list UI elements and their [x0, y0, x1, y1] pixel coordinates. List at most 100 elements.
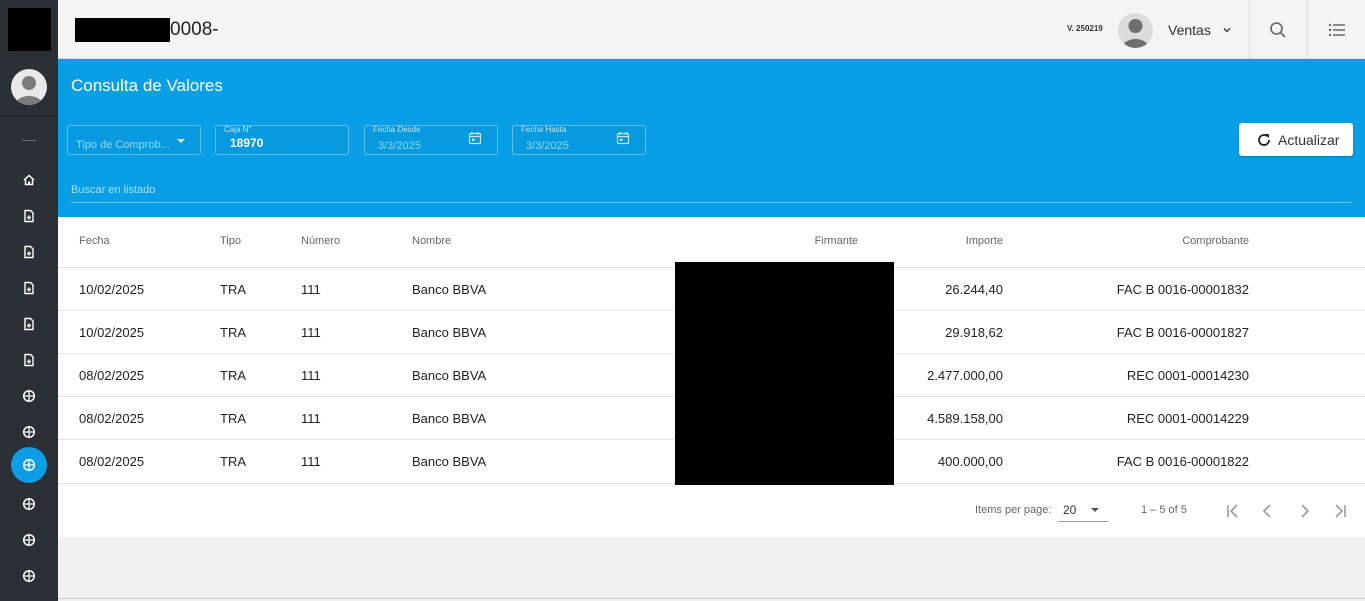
fecha-desde-value: 3/3/2025 — [378, 140, 421, 152]
cell-fecha: 08/02/2025 — [79, 454, 145, 469]
title-redacted — [75, 18, 170, 42]
cell-numero: 111 — [301, 325, 321, 340]
sidebar-item-4[interactable] — [17, 276, 41, 300]
page-size-value: 20 — [1063, 503, 1077, 517]
column-header-numero[interactable]: Número — [301, 235, 340, 247]
cell-nombre: Banco BBVA — [412, 368, 487, 383]
menu-button[interactable] — [1309, 0, 1365, 59]
cell-comprobante: REC 0001-00014229 — [1126, 411, 1249, 426]
fecha-desde-field[interactable]: Fecha Desde 3/3/2025 — [364, 125, 498, 155]
cell-nombre: Banco BBVA — [412, 325, 487, 340]
last-page-button[interactable] — [1328, 499, 1352, 523]
home-icon — [23, 174, 35, 186]
column-header-fecha[interactable]: Fecha — [79, 235, 110, 247]
column-header-tipo[interactable]: Tipo — [220, 235, 241, 247]
tipo-comprobante-placeholder: Tipo de Comprob... — [76, 139, 170, 151]
sidebar-item-2[interactable] — [17, 204, 41, 228]
fecha-hasta-value: 3/3/2025 — [526, 140, 569, 152]
chevron-left-icon — [1262, 504, 1271, 518]
caja-label: Caja N° — [224, 125, 252, 134]
document-icon — [24, 281, 34, 295]
user-avatar[interactable] — [1118, 13, 1153, 48]
sidebar-dash — [22, 140, 36, 141]
refresh-icon — [1258, 133, 1270, 146]
circle-icon — [22, 569, 36, 583]
sidebar — [0, 0, 58, 601]
first-page-button[interactable] — [1221, 499, 1245, 523]
sidebar-item-12[interactable] — [17, 564, 41, 588]
search-icon — [1270, 21, 1286, 38]
first-page-icon — [1227, 504, 1238, 518]
dropdown-caret-icon — [177, 139, 185, 143]
cell-numero: 111 — [301, 368, 321, 383]
sidebar-item-7[interactable] — [17, 384, 41, 408]
cell-fecha: 08/02/2025 — [79, 411, 145, 426]
cell-numero: 111 — [301, 454, 321, 469]
version-label: V. 250219 — [1067, 24, 1103, 33]
sidebar-avatar[interactable] — [11, 69, 47, 105]
logo — [8, 8, 51, 51]
avatar-icon — [15, 76, 43, 105]
previous-page-button[interactable] — [1256, 499, 1280, 523]
cell-tipo: TRA — [220, 325, 246, 340]
document-icon — [24, 353, 34, 367]
column-header-nombre[interactable]: Nombre — [412, 235, 451, 247]
cell-comprobante: FAC B 0016-00001827 — [1116, 325, 1249, 340]
circle-icon — [22, 533, 36, 547]
column-header-importe[interactable]: Importe — [903, 235, 1003, 247]
firmante-redacted — [675, 262, 894, 485]
cell-tipo: TRA — [220, 282, 246, 297]
refresh-button[interactable]: Actualizar — [1239, 123, 1353, 156]
sidebar-item-9[interactable] — [11, 447, 47, 483]
cell-comprobante: REC 0001-00014230 — [1126, 368, 1249, 383]
sidebar-item-1[interactable] — [17, 168, 41, 192]
column-header-firmante[interactable]: Firmante — [758, 235, 858, 247]
avatar-icon — [1122, 19, 1149, 48]
cell-numero: 111 — [301, 411, 321, 426]
search-underline — [71, 202, 1351, 203]
cell-tipo: TRA — [220, 411, 246, 426]
refresh-label: Actualizar — [1278, 131, 1340, 148]
items-per-page-label: Items per page: — [975, 504, 1052, 516]
caja-value: 18970 — [230, 136, 264, 150]
cell-tipo: TRA — [220, 454, 246, 469]
sidebar-item-5[interactable] — [17, 312, 41, 336]
list-icon — [1328, 23, 1345, 36]
sidebar-divider — [0, 116, 58, 117]
next-page-button[interactable] — [1292, 499, 1316, 523]
cell-comprobante: FAC B 0016-00001822 — [1116, 454, 1249, 469]
cell-tipo: TRA — [220, 368, 246, 383]
top-separator — [1307, 0, 1308, 59]
page-size-select[interactable]: 20 — [1058, 498, 1108, 522]
filter-header: Consulta de Valores Tipo de Comprob... C… — [58, 59, 1365, 217]
fecha-hasta-field[interactable]: Fecha Hasta 3/3/2025 — [512, 125, 646, 155]
values-table: Fecha Tipo Número Nombre Firmante Import… — [58, 217, 1365, 537]
user-menu-button[interactable]: Ventas — [1168, 22, 1211, 38]
calendar-icon[interactable] — [468, 131, 482, 145]
sidebar-item-8[interactable] — [17, 420, 41, 444]
caja-field[interactable]: Caja N° 18970 — [215, 125, 349, 155]
cell-nombre: Banco BBVA — [412, 411, 487, 426]
document-icon — [24, 209, 34, 223]
calendar-icon[interactable] — [616, 131, 630, 145]
chevron-right-icon — [1301, 504, 1310, 518]
cell-nombre: Banco BBVA — [412, 282, 487, 297]
search-button[interactable] — [1250, 0, 1306, 59]
chevron-down-icon[interactable] — [1222, 25, 1232, 35]
sidebar-item-10[interactable] — [17, 492, 41, 516]
fecha-hasta-label: Fecha Hasta — [521, 125, 567, 134]
cell-fecha: 08/02/2025 — [79, 368, 145, 383]
tipo-comprobante-select[interactable]: Tipo de Comprob... — [67, 125, 201, 155]
sidebar-item-11[interactable] — [17, 528, 41, 552]
sidebar-item-3[interactable] — [17, 240, 41, 264]
page-range-label: 1 – 5 of 5 — [1141, 504, 1187, 516]
column-header-comprobante[interactable]: Comprobante — [1099, 235, 1249, 247]
cell-comprobante: FAC B 0016-00001832 — [1116, 282, 1249, 297]
cell-fecha: 10/02/2025 — [79, 325, 145, 340]
circle-icon — [22, 425, 36, 439]
circle-icon — [22, 389, 36, 403]
circle-icon — [22, 458, 36, 472]
sidebar-item-6[interactable] — [17, 348, 41, 372]
search-input[interactable]: Buscar en listado — [71, 184, 155, 196]
last-page-icon — [1335, 504, 1346, 518]
